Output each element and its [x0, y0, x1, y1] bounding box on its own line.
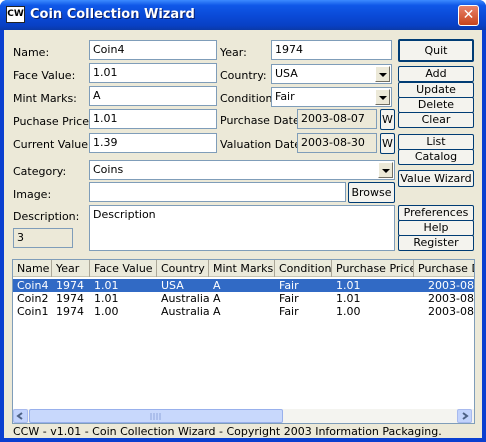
- update-button[interactable]: Update: [398, 82, 474, 98]
- category-value: Coins: [93, 163, 124, 176]
- chevron-down-icon[interactable]: [375, 66, 390, 82]
- face-value-input[interactable]: 1.01: [89, 63, 217, 83]
- cell-purchase-price: 1.00: [336, 305, 361, 318]
- cell-purchase-date: 2003-08-07: [428, 305, 474, 318]
- value-wizard-button[interactable]: Value Wizard: [398, 170, 474, 187]
- year-input[interactable]: 1974: [271, 40, 392, 60]
- cell-condition: Fair: [279, 279, 299, 292]
- cell-purchase-date: 2003-08-07: [428, 292, 474, 305]
- window-frame-bottom: [0, 438, 486, 442]
- valuation-date-wizard-button[interactable]: W: [380, 133, 395, 154]
- app-logo-icon: CW: [6, 6, 25, 23]
- title-bar[interactable]: CW Coin Collection Wizard ✕: [0, 0, 486, 30]
- cell-country: Australia: [161, 292, 209, 305]
- image-path-input[interactable]: [89, 182, 346, 202]
- cell-purchase-date: 2003-08-07: [428, 279, 474, 292]
- cell-country: Australia: [161, 305, 209, 318]
- condition-select[interactable]: Fair: [271, 87, 392, 107]
- category-select[interactable]: Coins: [89, 160, 395, 180]
- table-row[interactable]: Coin1 1974 1.00 Australia A Fair 1.00 20…: [13, 305, 474, 318]
- table-header: Name Year Face Value Country Mint Marks …: [13, 260, 474, 277]
- column-header-purchase-date[interactable]: Purchase D: [414, 260, 474, 277]
- purchase-date-wizard-button[interactable]: W: [380, 109, 395, 130]
- thumb-grip-icon: [150, 413, 161, 420]
- column-header-mint-marks[interactable]: Mint Marks: [209, 260, 275, 277]
- condition-label: Condition:: [220, 92, 277, 105]
- column-header-name[interactable]: Name: [13, 260, 52, 277]
- cell-year: 1974: [56, 292, 84, 305]
- cell-name: Coin2: [17, 292, 49, 305]
- coin-list-table[interactable]: Name Year Face Value Country Mint Marks …: [12, 259, 475, 424]
- image-label: Image:: [13, 188, 52, 201]
- cell-face-value: 1.01: [94, 279, 119, 292]
- application-window: CW Coin Collection Wizard ✕ Name: Coin4 …: [0, 0, 486, 442]
- purchase-price-input[interactable]: 1.01: [89, 109, 217, 129]
- cell-name: Coin4: [17, 279, 49, 292]
- cell-condition: Fair: [279, 305, 299, 318]
- cell-face-value: 1.01: [94, 292, 119, 305]
- chevron-down-icon[interactable]: [378, 162, 393, 178]
- purchase-date-label: Purchase Date:: [220, 114, 304, 127]
- name-input[interactable]: Coin4: [89, 40, 217, 60]
- cell-year: 1974: [56, 279, 84, 292]
- purchase-date-field: 2003-08-07: [297, 109, 377, 129]
- valuation-date-field: 2003-08-30: [297, 133, 377, 153]
- column-header-country[interactable]: Country: [157, 260, 209, 277]
- browse-button[interactable]: Browse: [348, 182, 395, 203]
- condition-value: Fair: [275, 90, 295, 103]
- scroll-left-icon[interactable]: [13, 409, 28, 423]
- delete-button[interactable]: Delete: [398, 97, 474, 113]
- table-row[interactable]: Coin2 1974 1.01 Australia A Fair 1.01 20…: [13, 292, 474, 305]
- status-bar: CCW - v1.01 - Coin Collection Wizard - C…: [13, 425, 442, 438]
- horizontal-scrollbar[interactable]: [13, 409, 474, 423]
- chevron-down-icon[interactable]: [375, 89, 390, 105]
- table-row[interactable]: Coin4 1974 1.01 USA A Fair 1.01 2003-08-…: [13, 279, 474, 292]
- preferences-button[interactable]: Preferences: [398, 205, 474, 221]
- mint-marks-input[interactable]: A: [89, 86, 217, 106]
- column-header-condition[interactable]: Condition: [275, 260, 332, 277]
- category-label: Category:: [13, 165, 67, 178]
- country-select[interactable]: USA: [271, 64, 392, 84]
- cell-name: Coin1: [17, 305, 49, 318]
- column-header-purchase-price[interactable]: Purchase Price: [332, 260, 414, 277]
- cell-face-value: 1.00: [94, 305, 119, 318]
- window-title: Coin Collection Wizard: [30, 7, 195, 22]
- record-number-field: 3: [13, 228, 73, 248]
- year-label: Year:: [220, 46, 247, 59]
- main-panel: Name: Coin4 Face Value: 1.01 Mint Marks:…: [4, 30, 482, 438]
- column-header-year[interactable]: Year: [52, 260, 90, 277]
- list-button[interactable]: List: [398, 134, 474, 150]
- catalog-button[interactable]: Catalog: [398, 149, 474, 165]
- scrollbar-thumb[interactable]: [29, 409, 283, 423]
- cell-mint-marks: A: [213, 305, 221, 318]
- cell-purchase-price: 1.01: [336, 279, 361, 292]
- close-button[interactable]: ✕: [458, 5, 479, 26]
- purchase-price-label: Puchase Price:: [13, 115, 93, 128]
- description-label: Description:: [13, 210, 80, 223]
- clear-button[interactable]: Clear: [398, 112, 474, 128]
- register-button[interactable]: Register: [398, 235, 474, 251]
- scroll-right-arrow-glyph: [462, 412, 469, 420]
- current-value-input[interactable]: 1.39: [89, 133, 217, 153]
- valuation-date-label: Valuation Date:: [220, 138, 305, 151]
- help-button[interactable]: Help: [398, 220, 474, 236]
- cell-purchase-price: 1.01: [336, 292, 361, 305]
- cell-mint-marks: A: [213, 279, 221, 292]
- face-value-label: Face Value:: [13, 69, 76, 82]
- add-button[interactable]: Add: [398, 66, 474, 82]
- country-value: USA: [275, 67, 298, 80]
- cell-condition: Fair: [279, 292, 299, 305]
- mint-marks-label: Mint Marks:: [13, 92, 77, 105]
- current-value-label: Current Value:: [13, 138, 92, 151]
- country-label: Country:: [220, 69, 267, 82]
- cell-year: 1974: [56, 305, 84, 318]
- column-header-face-value[interactable]: Face Value: [90, 260, 157, 277]
- cell-country: USA: [161, 279, 184, 292]
- quit-button[interactable]: Quit: [398, 39, 474, 62]
- scroll-left-arrow-glyph: [16, 412, 23, 420]
- description-textarea[interactable]: Description: [89, 205, 395, 251]
- name-label: Name:: [13, 46, 50, 59]
- cell-mint-marks: A: [213, 292, 221, 305]
- scroll-right-icon[interactable]: [457, 409, 472, 423]
